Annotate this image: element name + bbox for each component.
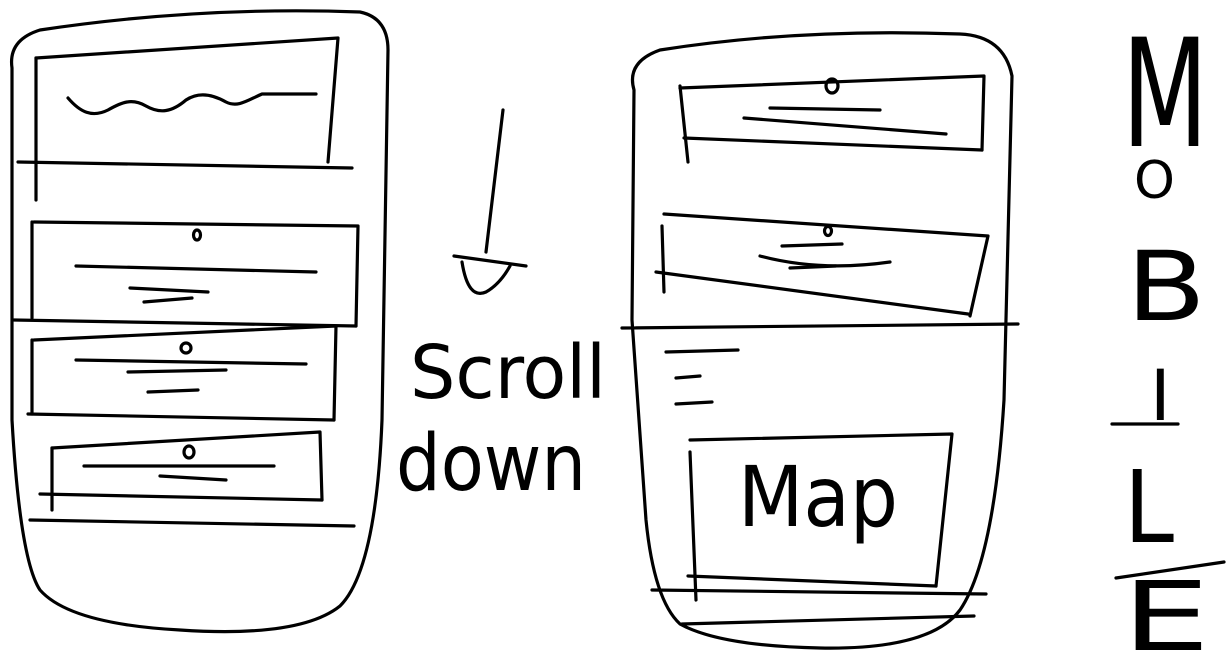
left-footer-line: [28, 518, 356, 528]
title-letter-e: E: [1122, 561, 1210, 657]
wavy-line: [66, 92, 318, 116]
title-letter-o: O: [1134, 151, 1175, 211]
scroll-label: Scroll: [410, 330, 606, 416]
right-text-lines: [664, 348, 740, 406]
right-card-2: [654, 212, 990, 318]
scroll-down-annotation: Scroll down: [396, 108, 606, 509]
down-label: down: [396, 419, 586, 509]
right-card-1: [678, 74, 986, 164]
left-card-2: [26, 324, 338, 422]
right-section-divider: [620, 322, 1020, 330]
wireframe-sketch: Scroll down Map M O B I L E: [9, 8, 1226, 657]
title-letter-b: B: [1126, 231, 1206, 343]
right-footer-line-2: [680, 614, 976, 626]
down-arrow: [484, 108, 505, 254]
right-footer-line-1: [650, 588, 988, 596]
title-letter-l: L: [1124, 449, 1174, 566]
left-card-1: [12, 220, 360, 328]
right-map-panel: Map: [686, 432, 954, 602]
left-card-3: [38, 430, 324, 512]
left-header-panel: [16, 36, 354, 202]
mobile-vertical-title: M O B I L E: [1110, 8, 1226, 657]
right-phone-sketch: Map: [620, 31, 1020, 650]
left-phone-sketch: [9, 9, 390, 634]
map-label: Map: [738, 448, 898, 546]
